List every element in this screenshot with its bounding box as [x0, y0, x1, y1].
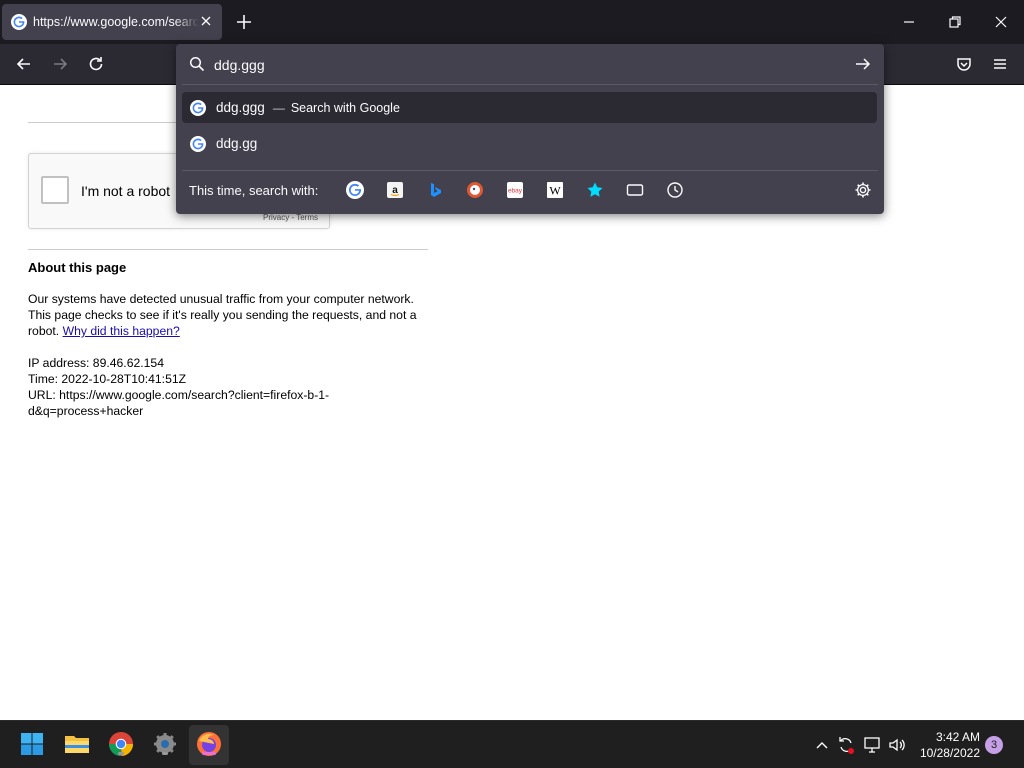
bing-icon[interactable]: [425, 180, 445, 200]
windows-start-icon[interactable]: [17, 729, 47, 759]
svg-text:W: W: [549, 184, 561, 198]
notification-badge[interactable]: 3: [985, 736, 1003, 754]
google-icon[interactable]: [345, 180, 365, 200]
hamburger-menu-icon[interactable]: [990, 54, 1010, 74]
history-icon[interactable]: [665, 180, 685, 200]
google-icon: [190, 135, 206, 152]
suggestion-separator: —: [272, 100, 285, 115]
divider: [182, 170, 878, 171]
system-clock[interactable]: 3:42 AM 10/28/2022: [920, 729, 980, 761]
google-favicon-icon: [11, 14, 27, 30]
recaptcha-privacy-terms[interactable]: Privacy - Terms: [263, 213, 318, 222]
one-off-label: This time, search with:: [189, 183, 319, 198]
svg-text:ebay: ebay: [508, 188, 523, 195]
suggestion-action: Search with Google: [290, 100, 400, 115]
suggestion-ddg-gg[interactable]: ddg.gg: [182, 128, 877, 159]
new-tab-icon[interactable]: [234, 12, 254, 32]
timestamp: Time: 2022-10-28T10:41:51Z: [28, 372, 187, 386]
urlbar-dropdown: ddg.ggg ddg.ggg — Search with Google ddg…: [176, 44, 884, 214]
tabs-icon[interactable]: [625, 180, 645, 200]
active-indicator: [202, 752, 216, 755]
amazon-icon[interactable]: a: [385, 180, 405, 200]
divider: [182, 84, 878, 85]
divider: [28, 249, 428, 250]
chevron-up-icon[interactable]: [812, 735, 832, 755]
google-icon: [190, 99, 206, 116]
sync-alert-icon[interactable]: [836, 735, 856, 755]
volume-icon[interactable]: [887, 735, 907, 755]
close-window-icon[interactable]: [991, 12, 1011, 32]
recaptcha-label: I'm not a robot: [81, 183, 171, 199]
tab-google-search[interactable]: https://www.google.com/search?client=fir…: [2, 4, 222, 40]
chrome-icon[interactable]: [106, 729, 136, 759]
tab-title: https://www.google.com/search?client=fir…: [33, 15, 199, 29]
recaptcha-checkbox[interactable]: [41, 176, 69, 204]
taskbar: 3:42 AM 10/28/2022 3: [0, 720, 1024, 768]
clock-date: 10/28/2022: [919, 746, 980, 760]
ebay-icon[interactable]: ebay: [505, 180, 525, 200]
bookmarks-star-icon[interactable]: [585, 180, 605, 200]
svg-text:a: a: [392, 185, 398, 196]
ip-address: IP address: 89.46.62.154: [28, 356, 164, 370]
restore-icon[interactable]: [945, 12, 965, 32]
reload-icon[interactable]: [86, 54, 106, 74]
url-input[interactable]: ddg.ggg: [214, 54, 834, 76]
request-url: URL: https://www.google.com/search?clien…: [28, 388, 330, 418]
settings-icon[interactable]: [150, 729, 180, 759]
back-arrow-icon[interactable]: [14, 54, 34, 74]
wikipedia-icon[interactable]: W: [545, 180, 565, 200]
about-text: Our systems have detected unusual traffi…: [28, 291, 428, 339]
why-link[interactable]: Why did this happen?: [63, 324, 180, 338]
running-indicator: [118, 752, 124, 755]
file-explorer-icon[interactable]: [62, 729, 92, 759]
suggestion-text: ddg.ggg: [216, 100, 265, 115]
request-info: IP address: 89.46.62.154 Time: 2022-10-2…: [28, 355, 428, 419]
pocket-icon[interactable]: [954, 54, 974, 74]
suggestion-text: ddg.gg: [216, 136, 258, 151]
minimize-icon[interactable]: [899, 12, 919, 32]
firefox-icon[interactable]: [194, 729, 224, 759]
about-title: About this page: [28, 260, 127, 275]
running-indicator: [162, 752, 168, 755]
duckduckgo-icon[interactable]: [465, 180, 485, 200]
search-icon: [189, 56, 205, 72]
urlbar[interactable]: ddg.ggg: [176, 44, 884, 84]
gear-icon[interactable]: [854, 181, 872, 199]
forward-arrow-icon[interactable]: [50, 54, 70, 74]
tab-strip: https://www.google.com/search?client=fir…: [0, 0, 1024, 44]
clock-time: 3:42 AM: [935, 730, 980, 744]
go-arrow-icon[interactable]: [854, 55, 872, 73]
suggestion-search-google[interactable]: ddg.ggg — Search with Google: [182, 92, 877, 123]
network-icon[interactable]: [862, 735, 882, 755]
close-tab-icon[interactable]: [198, 13, 214, 29]
